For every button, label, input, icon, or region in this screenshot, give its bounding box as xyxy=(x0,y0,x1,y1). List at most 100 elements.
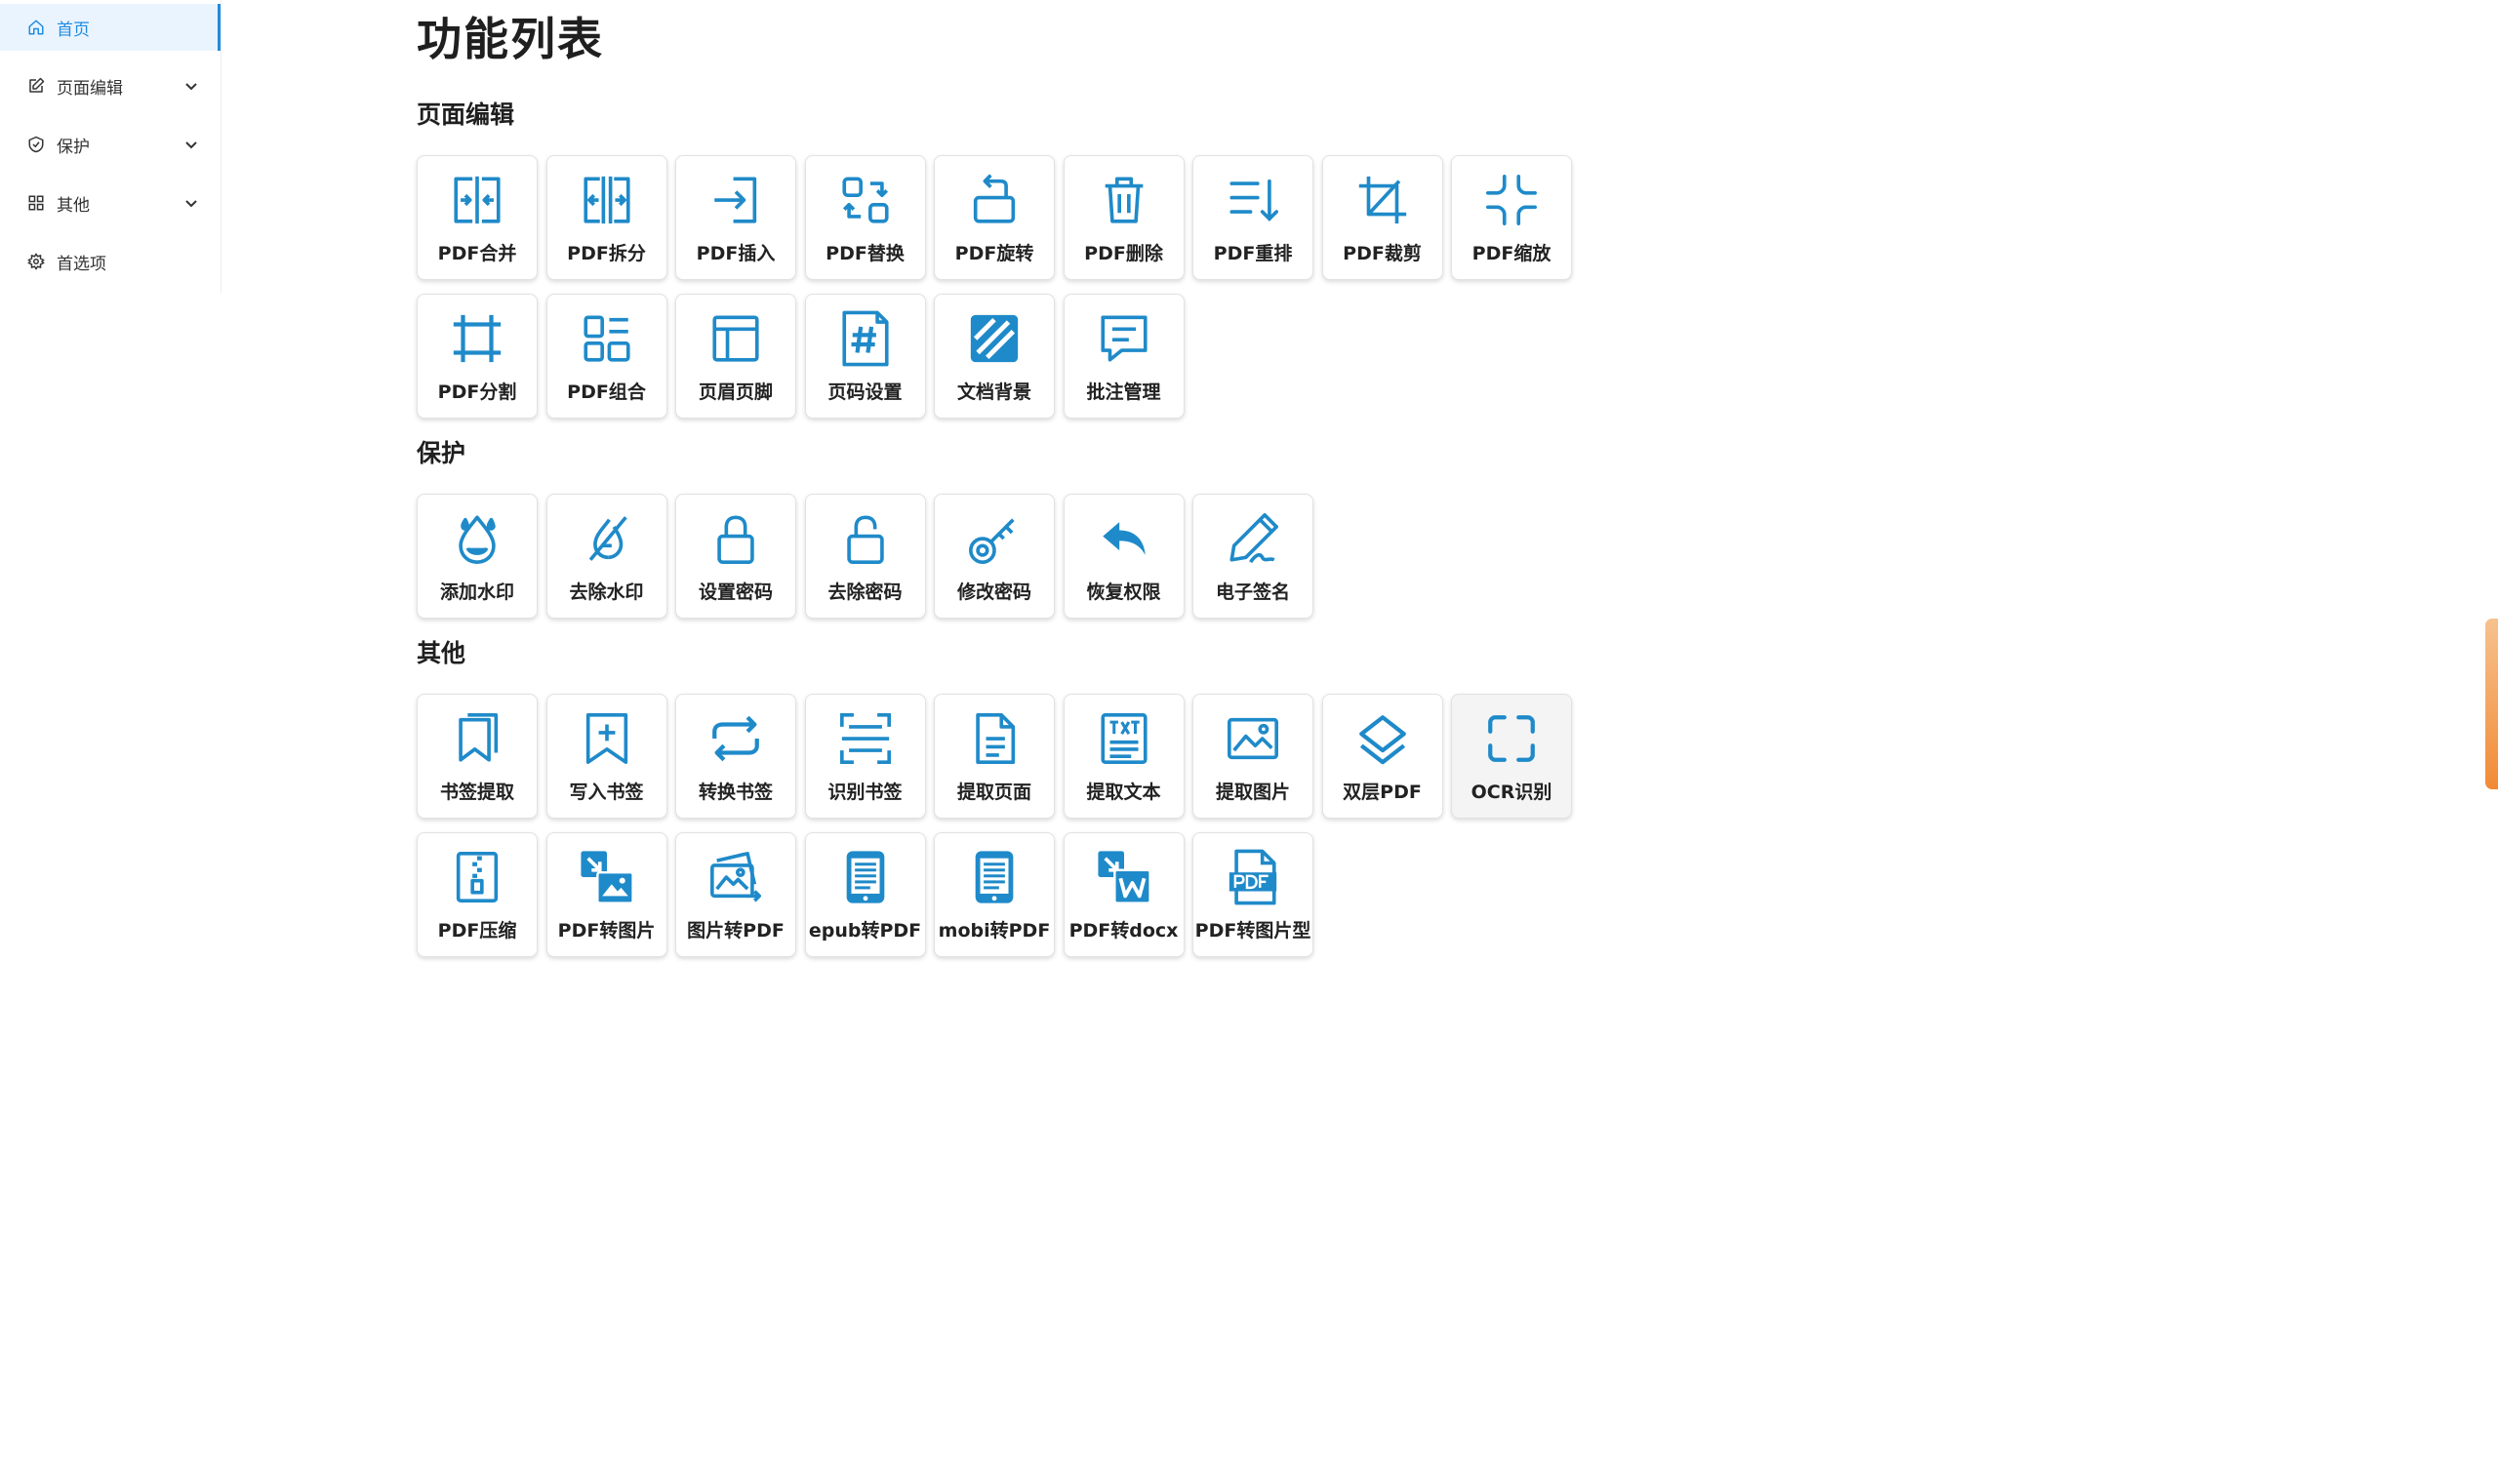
replace-icon xyxy=(837,172,894,228)
tool-grid-page-edit: PDF合并 PDF拆分 PDF插入 PDF替换 PDF旋转 PDF删除 PDF重… xyxy=(417,155,1588,419)
tool-label: PDF分割 xyxy=(437,381,517,403)
tool-label: 双层PDF xyxy=(1343,782,1422,803)
tool-label: 电子签名 xyxy=(1215,582,1290,603)
tool-label: 页眉页脚 xyxy=(698,381,773,403)
tool-tile-extract-text[interactable]: 提取文本 xyxy=(1063,694,1185,819)
sidebar-item-page-edit[interactable]: 页面编辑 xyxy=(0,62,221,109)
sidebar-item-label: 首选项 xyxy=(57,254,106,274)
image-to-pdf-icon xyxy=(707,849,764,905)
tool-tile-pdf-to-image[interactable]: PDF转图片 xyxy=(545,832,667,957)
tool-label: 写入书签 xyxy=(569,782,644,803)
tool-label: PDF压缩 xyxy=(437,920,517,942)
tool-tile-mobi-to-pdf[interactable]: mobi转PDF xyxy=(934,832,1055,957)
tool-tile-remove-password[interactable]: 去除密码 xyxy=(804,494,926,619)
tool-tile-restore-permission[interactable]: 恢复权限 xyxy=(1063,494,1185,619)
tool-label: PDF重排 xyxy=(1213,243,1293,264)
tool-tile-add-watermark[interactable]: 添加水印 xyxy=(417,494,538,619)
tool-tile-bookmark-recognize[interactable]: 识别书签 xyxy=(804,694,926,819)
tool-label: OCR识别 xyxy=(1471,782,1552,803)
tool-tile-pdf-split[interactable]: PDF拆分 xyxy=(545,155,667,280)
tool-label: 恢复权限 xyxy=(1086,582,1161,603)
tool-tile-change-password[interactable]: 修改密码 xyxy=(934,494,1055,619)
page-title: 功能列表 xyxy=(417,13,604,65)
tool-label: 文档背景 xyxy=(956,381,1031,403)
tool-label: 图片转PDF xyxy=(687,920,785,942)
tool-tile-pdf-insert[interactable]: PDF插入 xyxy=(675,155,796,280)
tool-tile-pdf-delete[interactable]: PDF删除 xyxy=(1063,155,1185,280)
tool-tile-pdf-cut[interactable]: PDF分割 xyxy=(417,294,538,419)
tool-tile-pdf-reorder[interactable]: PDF重排 xyxy=(1192,155,1313,280)
tool-tile-page-number[interactable]: 页码设置 xyxy=(804,294,926,419)
tool-label: PDF缩放 xyxy=(1471,243,1551,264)
key-icon xyxy=(966,510,1023,567)
merge-icon xyxy=(449,172,505,228)
tool-tile-extract-pages[interactable]: 提取页面 xyxy=(934,694,1055,819)
tool-label: 转换书签 xyxy=(698,782,773,803)
tool-tile-bookmark-convert[interactable]: 转换书签 xyxy=(675,694,796,819)
tool-tile-pdf-compress[interactable]: PDF压缩 xyxy=(417,832,538,957)
tool-label: PDF转图片型 xyxy=(1194,920,1311,942)
remove-watermark-icon xyxy=(579,510,635,567)
shrink-icon xyxy=(1483,172,1540,228)
scan-lines-icon xyxy=(837,710,894,767)
tool-label: 批注管理 xyxy=(1086,381,1161,403)
tool-label: PDF组合 xyxy=(567,381,646,403)
cut-frame-icon xyxy=(449,310,505,367)
tool-tile-e-signature[interactable]: 电子签名 xyxy=(1192,494,1313,619)
home-icon xyxy=(27,19,45,36)
tool-tile-set-password[interactable]: 设置密码 xyxy=(675,494,796,619)
chevron-down-icon[interactable] xyxy=(183,78,199,94)
rotate-icon xyxy=(966,172,1023,228)
sidebar-item-label: 页面编辑 xyxy=(57,78,123,99)
tool-tile-extract-images[interactable]: 提取图片 xyxy=(1192,694,1313,819)
split-icon xyxy=(579,172,635,228)
tool-tile-bookmark-extract[interactable]: 书签提取 xyxy=(417,694,538,819)
tool-label: 识别书签 xyxy=(827,782,903,803)
tool-tile-epub-to-pdf[interactable]: epub转PDF xyxy=(804,832,926,957)
pdf-file-icon xyxy=(1225,849,1281,905)
undo-icon xyxy=(1096,510,1152,567)
tool-tile-pdf-combine[interactable]: PDF组合 xyxy=(545,294,667,419)
tool-label: PDF插入 xyxy=(696,243,776,264)
tool-tile-pdf-crop[interactable]: PDF裁剪 xyxy=(1321,155,1443,280)
tool-tile-comments[interactable]: 批注管理 xyxy=(1063,294,1185,419)
header-footer-icon xyxy=(707,310,764,367)
tool-tile-pdf-to-docx[interactable]: PDF转docx xyxy=(1063,832,1185,957)
tool-tile-pdf-rotate[interactable]: PDF旋转 xyxy=(934,155,1055,280)
tool-tile-dual-layer-pdf[interactable]: 双层PDF xyxy=(1321,694,1443,819)
tool-grid-protect: 添加水印 去除水印 设置密码 去除密码 修改密码 恢复权限 电子签名 xyxy=(417,494,1588,619)
tool-label: PDF旋转 xyxy=(954,243,1034,264)
layout-icon xyxy=(579,310,635,367)
sidebar-item-preferences[interactable]: 首选项 xyxy=(0,238,221,285)
lock-icon xyxy=(707,510,764,567)
tool-tile-ocr[interactable]: OCR识别 xyxy=(1451,694,1572,819)
tool-label: 添加水印 xyxy=(439,582,514,603)
scrollbar-thumb[interactable] xyxy=(2485,619,2498,789)
ocr-scan-icon xyxy=(1483,710,1540,767)
sidebar-item-label: 保护 xyxy=(57,137,90,157)
insert-icon xyxy=(707,172,764,228)
tool-tile-pdf-merge[interactable]: PDF合并 xyxy=(417,155,538,280)
sidebar-item-protect[interactable]: 保护 xyxy=(0,121,221,168)
bookmark-extract-icon xyxy=(449,710,505,767)
tool-tile-pdf-scale[interactable]: PDF缩放 xyxy=(1451,155,1572,280)
tool-tile-image-to-pdf[interactable]: 图片转PDF xyxy=(675,832,796,957)
sidebar-item-other[interactable]: 其他 xyxy=(0,180,221,226)
section-title-page-edit: 页面编辑 xyxy=(417,100,515,129)
shield-icon xyxy=(27,136,45,153)
sidebar-item-label: 首页 xyxy=(57,20,90,40)
layers-icon xyxy=(1354,710,1411,767)
sidebar-item-label: 其他 xyxy=(57,195,90,216)
tool-label: 修改密码 xyxy=(956,582,1031,603)
tool-tile-remove-watermark[interactable]: 去除水印 xyxy=(545,494,667,619)
tool-tile-pdf-replace[interactable]: PDF替换 xyxy=(804,155,926,280)
tool-tile-bookmark-write[interactable]: 写入书签 xyxy=(545,694,667,819)
tool-tile-pdf-to-image-pdf[interactable]: PDF转图片型 xyxy=(1192,832,1313,957)
chevron-down-icon[interactable] xyxy=(183,137,199,152)
mobi-icon xyxy=(966,849,1023,905)
sidebar-item-home[interactable]: 首页 xyxy=(0,4,221,51)
chevron-down-icon[interactable] xyxy=(183,195,199,211)
tool-tile-doc-background[interactable]: 文档背景 xyxy=(934,294,1055,419)
tool-label: 去除密码 xyxy=(827,582,903,603)
tool-tile-header-footer[interactable]: 页眉页脚 xyxy=(675,294,796,419)
